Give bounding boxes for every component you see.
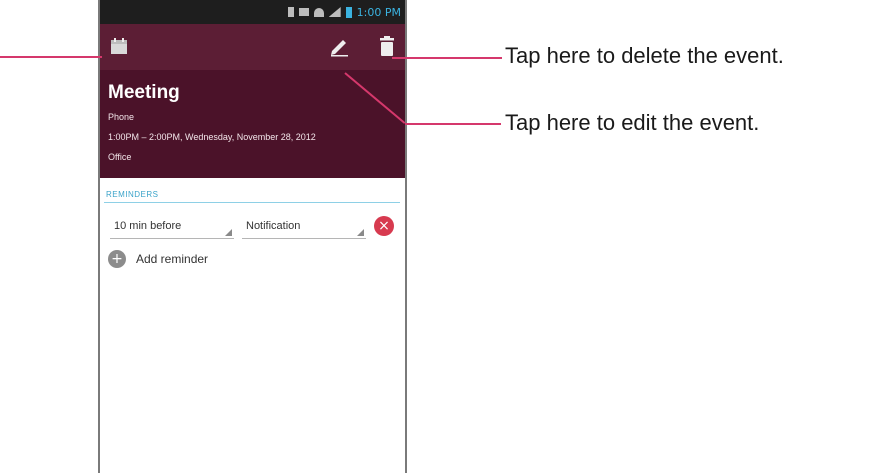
callout-line-edit bbox=[405, 123, 501, 125]
vibrate-icon bbox=[298, 8, 309, 16]
calendar-icon[interactable] bbox=[110, 37, 128, 55]
remove-icon[interactable]: × bbox=[374, 216, 394, 236]
event-calendar: Phone bbox=[108, 112, 135, 122]
reminder-type-value: Notification bbox=[246, 220, 301, 232]
status-time: 1:00 PM bbox=[356, 5, 401, 19]
wifi-icon bbox=[313, 7, 324, 17]
callout-edit-text: Tap here to edit the event. bbox=[505, 110, 760, 135]
bluetooth-icon bbox=[287, 7, 294, 17]
add-reminder-button[interactable]: + Add reminder bbox=[108, 248, 208, 270]
reminders-label: REMINDERS bbox=[106, 190, 159, 199]
reminder-type-select[interactable]: Notification bbox=[242, 216, 366, 239]
event-time: 1:00PM – 2:00PM, Wednesday, November 28,… bbox=[108, 132, 316, 142]
callout-delete-text: Tap here to delete the event. bbox=[505, 43, 784, 68]
battery-icon bbox=[345, 6, 352, 18]
pencil-icon[interactable] bbox=[328, 35, 350, 57]
callout-line-delete bbox=[392, 57, 502, 59]
signal-icon bbox=[328, 7, 341, 17]
status-icons: 1:00 PM bbox=[287, 5, 401, 19]
event-location: Office bbox=[108, 152, 132, 162]
reminder-time-value: 10 min before bbox=[114, 220, 182, 232]
reminder-time-select[interactable]: 10 min before bbox=[110, 216, 234, 239]
plus-icon: + bbox=[108, 250, 126, 268]
status-bar: 1:00 PM bbox=[100, 0, 405, 24]
reminders-section: REMINDERS 10 min before Notification × +… bbox=[100, 178, 405, 473]
reminder-row: 10 min before Notification × bbox=[100, 208, 405, 242]
phone-screen: 1:00 PM Meeting Phone 1:00PM – 2:00PM, W… bbox=[98, 0, 407, 473]
callout-line-calendar bbox=[0, 56, 102, 58]
reminders-divider bbox=[104, 202, 400, 203]
dropdown-corner-icon bbox=[225, 229, 232, 236]
trash-icon[interactable] bbox=[378, 35, 396, 57]
action-bar bbox=[100, 24, 405, 70]
dropdown-corner-icon bbox=[357, 229, 364, 236]
event-title: Meeting bbox=[108, 82, 180, 103]
add-reminder-label: Add reminder bbox=[136, 252, 209, 266]
